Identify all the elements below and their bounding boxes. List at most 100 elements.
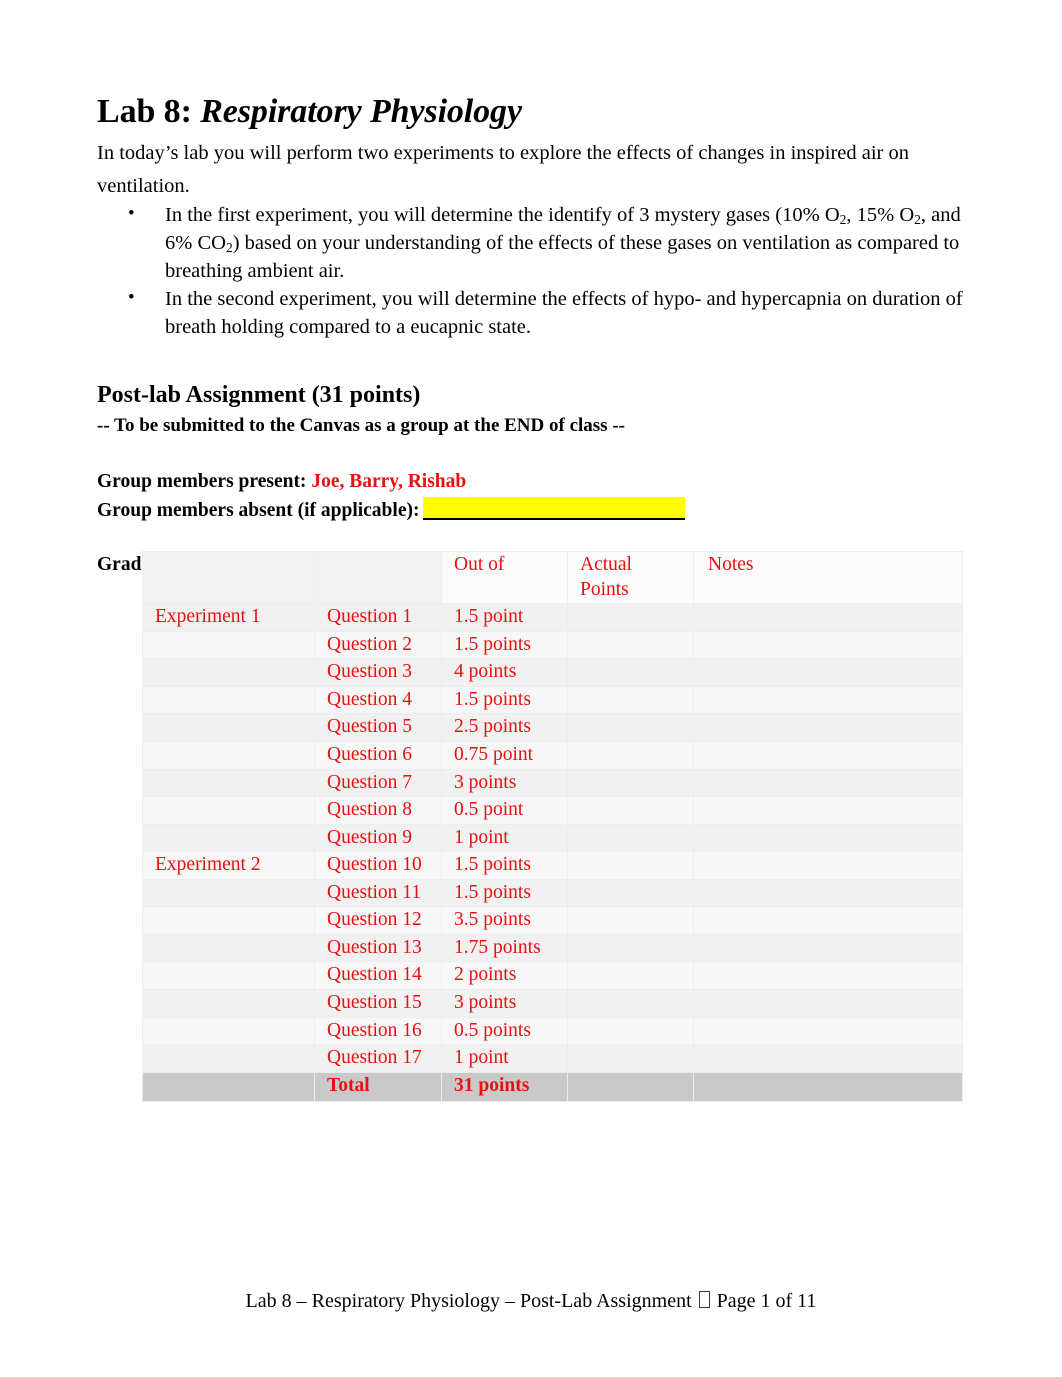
cell-actual-points[interactable] — [567, 906, 694, 935]
cell-notes[interactable] — [693, 713, 963, 742]
cell-experiment — [142, 713, 315, 742]
cell-notes[interactable] — [693, 1016, 963, 1046]
cell-notes[interactable] — [693, 878, 963, 908]
title-italic: Respiratory Physiology — [200, 93, 522, 130]
group-absent-label: Group members absent (if applicable): — [97, 500, 420, 522]
cell-experiment: Experiment 1 — [142, 603, 315, 632]
cell-question: Question 17 — [314, 1044, 442, 1073]
cell-question: Question 10 — [314, 851, 442, 880]
table-total-row: Total 31 points — [142, 1071, 963, 1102]
cell-notes[interactable] — [693, 740, 963, 770]
cell-actual-points[interactable] — [567, 740, 694, 770]
cell-experiment — [142, 1016, 315, 1046]
cell-experiment — [142, 1071, 315, 1102]
cell-notes[interactable] — [693, 1044, 963, 1073]
cell-actual-points[interactable] — [567, 630, 694, 660]
table-row: Question 13 1.75 points — [142, 933, 963, 963]
cell-notes[interactable] — [693, 796, 963, 825]
document-body: Lab 8: Respiratory Physiology In today’s… — [97, 92, 963, 597]
cell-out-of: 1.5 points — [441, 878, 568, 908]
table-row: Question 4 1.5 points — [142, 685, 963, 715]
cell-out-of: 2.5 points — [441, 713, 568, 742]
cell-notes[interactable] — [693, 658, 963, 687]
cell-experiment — [142, 989, 315, 1018]
table-row: Question 15 3 points — [142, 989, 963, 1018]
missing-glyph-icon — [698, 1291, 710, 1308]
cell-out-of: 1.5 points — [441, 685, 568, 715]
cell-total-actual[interactable] — [567, 1071, 694, 1102]
cell-experiment: Experiment 2 — [142, 851, 315, 880]
cell-out-of: 1 point — [441, 1044, 568, 1073]
cell-out-of: 0.75 point — [441, 740, 568, 770]
page-title: Lab 8: Respiratory Physiology — [97, 92, 963, 131]
cell-out-of: 1 point — [441, 823, 568, 853]
cell-notes[interactable] — [693, 906, 963, 935]
page-footer: Lab 8 – Respiratory Physiology – Post-La… — [0, 1288, 1062, 1314]
cell-out-of: 0.5 point — [441, 796, 568, 825]
cell-question: Question 4 — [314, 685, 442, 715]
list-item: • In the second experiment, you will det… — [97, 286, 963, 342]
header-actual-line2: Points — [580, 578, 629, 600]
table-row: Experiment 1 Question 1 1.5 point — [142, 603, 963, 632]
table-header-row: Out of Actual Points Notes — [142, 550, 963, 605]
table-row: Question 12 3.5 points — [142, 906, 963, 935]
cell-question: Question 14 — [314, 961, 442, 990]
cell-question: Question 7 — [314, 768, 442, 798]
document-page: Lab 8: Respiratory Physiology In today’s… — [0, 0, 1062, 1377]
cell-actual-points[interactable] — [567, 603, 694, 632]
cell-notes[interactable] — [693, 768, 963, 798]
table-row: Question 2 1.5 points — [142, 630, 963, 660]
cell-notes[interactable] — [693, 989, 963, 1018]
cell-question: Question 5 — [314, 713, 442, 742]
cell-actual-points[interactable] — [567, 933, 694, 963]
cell-question: Question 1 — [314, 603, 442, 632]
cell-notes[interactable] — [693, 851, 963, 880]
cell-out-of: 1.5 points — [441, 851, 568, 880]
cell-out-of: 1.75 points — [441, 933, 568, 963]
postlab-subheading: -- To be submitted to the Canvas as a gr… — [97, 414, 625, 436]
table-row: Question 5 2.5 points — [142, 713, 963, 742]
cell-notes[interactable] — [693, 603, 963, 632]
cell-actual-points[interactable] — [567, 823, 694, 853]
cell-actual-points[interactable] — [567, 658, 694, 687]
header-actual-line1: Actual — [580, 554, 632, 575]
cell-actual-points[interactable] — [567, 878, 694, 908]
cell-question: Question 13 — [314, 933, 442, 963]
table-row: Experiment 2 Question 10 1.5 points — [142, 851, 963, 880]
cell-question: Question 16 — [314, 1016, 442, 1046]
cell-notes[interactable] — [693, 685, 963, 715]
cell-out-of: 1.5 point — [441, 603, 568, 632]
table-row: Question 16 0.5 points — [142, 1016, 963, 1046]
table-row: Question 73 points — [142, 768, 963, 798]
group-present-line: Group members present: Joe, Barry, Risha… — [97, 468, 963, 497]
header-cell-actual-points: Actual Points — [567, 550, 694, 605]
cell-total-label: Total — [314, 1071, 442, 1102]
cell-experiment — [142, 768, 315, 798]
cell-actual-points[interactable] — [567, 961, 694, 990]
cell-actual-points[interactable] — [567, 1016, 694, 1046]
cell-actual-points[interactable] — [567, 768, 694, 798]
header-cell-notes: Notes — [693, 550, 963, 605]
grading-table-body: Out of Actual Points Notes Experiment 1 Qu… — [142, 550, 963, 1102]
cell-notes[interactable] — [693, 823, 963, 853]
cell-actual-points[interactable] — [567, 989, 694, 1018]
cell-question: Question 11 — [314, 878, 442, 908]
cell-actual-points[interactable] — [567, 685, 694, 715]
cell-actual-points[interactable] — [567, 796, 694, 825]
cell-notes[interactable] — [693, 933, 963, 963]
list-item-text: In the first experiment, you will determ… — [165, 204, 961, 282]
cell-out-of: 2 points — [441, 961, 568, 990]
group-present-value[interactable]: Joe, Barry, Rishab — [311, 471, 466, 492]
footer-text: Lab 8 – Respiratory Physiology – Post-La… — [245, 1290, 697, 1312]
cell-notes[interactable] — [693, 630, 963, 660]
postlab-heading: Post-lab Assignment (31 points) — [97, 381, 421, 408]
cell-actual-points[interactable] — [567, 851, 694, 880]
table-row: Question 14 2 points — [142, 961, 963, 990]
group-absent-input[interactable] — [423, 497, 686, 521]
cell-total-notes[interactable] — [693, 1071, 963, 1102]
cell-actual-points[interactable] — [567, 713, 694, 742]
cell-actual-points[interactable] — [567, 1044, 694, 1073]
cell-notes[interactable] — [693, 961, 963, 990]
objectives-list: • In the first experiment, you will dete… — [97, 202, 963, 341]
grading-table: Out of Actual Points Notes Experiment 1 Qu… — [142, 550, 963, 1102]
